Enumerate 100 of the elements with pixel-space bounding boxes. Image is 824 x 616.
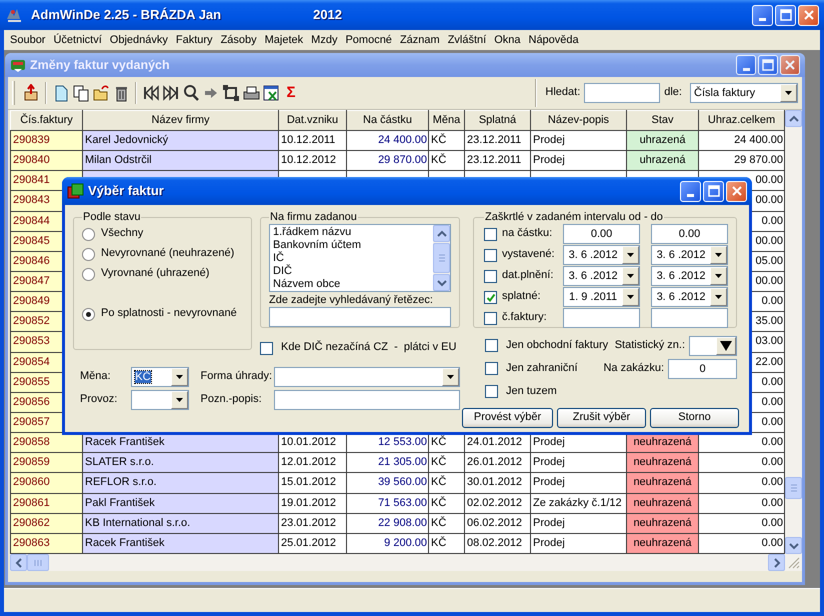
dialog-button[interactable]: Provést výběr [462,408,553,428]
table-cell: 19.01.2012 [278,493,346,514]
printer-icon[interactable] [242,84,260,102]
column-header[interactable]: Splatná [464,110,530,130]
table-cell: Prodej [530,452,626,473]
date-picker[interactable]: 3. 6 .2012 [651,266,728,286]
first-record-icon[interactable] [142,84,160,102]
column-header[interactable]: Název-popis [530,110,626,130]
sum-button[interactable]: Σ [281,82,301,104]
date-picker[interactable]: 1. 9 .2011 [563,287,640,307]
checkbox[interactable] [260,342,273,354]
checkbox[interactable] [484,228,497,240]
menu-item[interactable]: Mzdy [307,30,342,50]
maximize-button[interactable] [758,55,778,75]
exit-icon[interactable] [22,84,40,102]
vertical-scrollbar[interactable] [785,110,802,554]
dialog-button[interactable]: Zrušit výběr [557,408,646,428]
column-header[interactable]: Čís.faktury [10,110,82,130]
field-label: Na zakázku: [603,362,664,376]
table-cell: Ze zakázky č.1/12 [530,493,626,514]
currency-select[interactable]: KČ [131,366,189,386]
column-header[interactable]: Název firmy [82,110,278,130]
menu-item[interactable]: Záznam [396,30,444,50]
menu-item[interactable]: Zásoby [216,30,261,50]
minimize-button[interactable] [752,4,773,26]
sort-select[interactable]: Čísla faktury [690,83,798,103]
checkbox[interactable] [485,362,498,375]
horizontal-scrollbar[interactable] [10,554,802,571]
list-item[interactable]: Názvem obce [273,278,430,291]
checkbox[interactable] [484,248,497,262]
dropdown-button[interactable] [170,368,188,386]
minimize-button[interactable] [680,180,701,202]
year-label: 2012 [313,7,342,23]
date-picker[interactable]: 3. 6 .2012 [563,245,640,265]
dropdown-button[interactable] [622,267,640,285]
selected-value: KČ [135,370,151,382]
menu-item[interactable]: Účetnictví [49,30,106,50]
list-item[interactable]: IČ [273,252,430,265]
close-button[interactable] [798,4,819,26]
dropdown-button[interactable] [170,390,188,408]
maximize-button[interactable] [703,180,724,202]
column-header[interactable]: Stav [626,110,698,130]
dialog-button[interactable]: Storno [650,408,739,428]
column-header[interactable]: Měna [428,110,464,130]
radio-button[interactable] [82,308,95,320]
input-field[interactable] [651,308,728,328]
maximize-button[interactable] [775,4,796,26]
menu-item[interactable]: Pomocné [341,30,396,50]
menu-item[interactable]: Faktury [172,30,217,50]
date-picker[interactable]: 3. 6 .2012 [651,287,728,307]
checkbox[interactable] [484,312,497,324]
frame-icon[interactable] [222,84,240,102]
menu-item[interactable]: Okna [490,30,524,50]
dropdown-button[interactable] [716,336,736,354]
branch-select[interactable] [131,390,189,410]
menu-item[interactable]: Majetek [260,30,308,50]
dropdown-button[interactable] [710,267,727,285]
dropdown-button[interactable] [622,246,640,264]
close-button[interactable] [726,180,747,202]
radio-button[interactable] [82,248,95,260]
open-folder-icon[interactable] [92,84,110,102]
search-icon[interactable] [182,84,200,102]
dropdown-button[interactable] [710,246,727,264]
amount-field[interactable]: 0.00 [563,224,640,244]
checkbox[interactable] [485,339,498,352]
order-field[interactable]: 0 [668,358,737,378]
menu-item[interactable]: Nápověda [524,30,583,50]
radio-button[interactable] [82,228,95,240]
list-item[interactable]: 1.řádkem názvu [273,226,430,239]
spreadsheet-icon[interactable] [262,84,280,102]
dropdown-button[interactable] [622,288,640,306]
checkbox[interactable] [484,290,497,304]
search-field[interactable] [584,83,660,103]
menu-item[interactable]: Objednávky [106,30,172,50]
column-header[interactable]: Dat.vzniku [278,110,346,130]
input-field[interactable] [563,308,640,328]
list-item[interactable]: Bankovním účtem [273,239,430,252]
checkbox[interactable] [484,270,497,282]
statistic-select[interactable] [689,336,737,356]
table-cell: 0.00 [698,513,784,534]
menu-item[interactable]: Zvláštní [444,30,490,50]
list-box[interactable]: 1.řádkem názvu Bankovním účtem IČ DIČ Názvem obce [269,224,451,292]
search-field[interactable] [269,307,451,328]
copy-icon[interactable] [72,84,90,102]
amount-field[interactable]: 0.00 [651,224,728,244]
list-item[interactable]: DIČ [273,265,430,278]
dropdown-button[interactable] [710,288,727,306]
radio-button[interactable] [82,268,95,280]
date-picker[interactable]: 3. 6 .2012 [651,245,728,265]
minimize-button[interactable] [736,55,756,75]
menu-item[interactable]: Soubor [6,30,50,50]
dropdown-button[interactable] [780,84,797,102]
checkbox[interactable] [485,385,498,398]
column-header[interactable]: Na částku [346,110,428,130]
close-button[interactable] [780,55,800,75]
column-header[interactable]: Uhraz.celkem [698,110,784,130]
last-record-icon[interactable] [162,84,180,102]
date-picker[interactable]: 3. 6 .2012 [563,266,640,286]
dropdown-button[interactable] [442,368,459,386]
note-field[interactable] [274,390,460,410]
